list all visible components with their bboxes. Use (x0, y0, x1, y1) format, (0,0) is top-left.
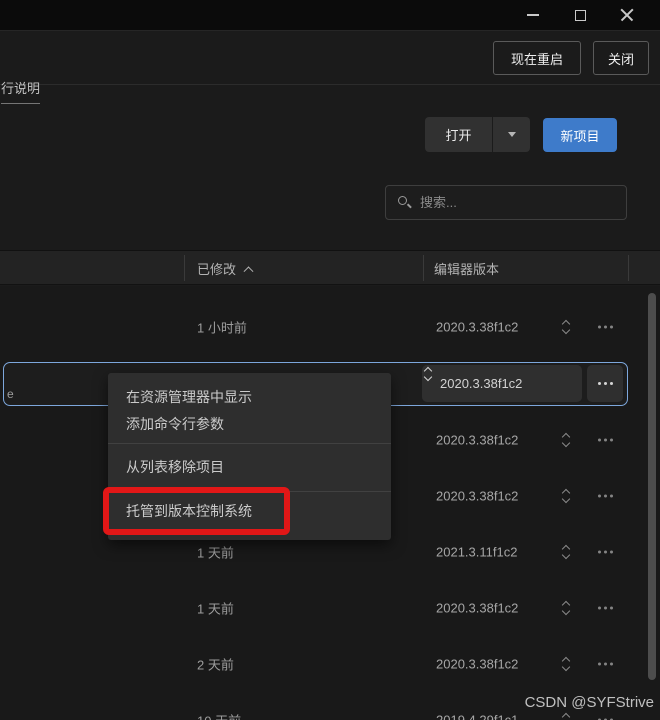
version-select-icon[interactable] (560, 431, 572, 449)
editor-version-cell[interactable]: 2020.3.38f1c2 (436, 320, 518, 335)
restart-now-button[interactable]: 现在重启 (493, 41, 581, 75)
notification-bar: 行说明 现在重启 关闭 (0, 31, 660, 104)
modified-cell: 1 天前 (197, 545, 234, 561)
editor-version-cell[interactable]: 2020.3.38f1c2 (436, 657, 518, 672)
search-input[interactable] (420, 195, 626, 210)
row-more-options-button[interactable] (598, 662, 613, 666)
project-name-fragment: e (7, 387, 14, 401)
column-header-editor-version[interactable]: 编辑器版本 (434, 251, 499, 286)
close-notification-button[interactable]: 关闭 (593, 41, 649, 75)
maximize-icon (574, 9, 586, 21)
version-dropdown[interactable]: 2020.3.38f1c2 (422, 365, 582, 402)
row-more-options-button[interactable] (598, 325, 613, 329)
release-notes-link[interactable]: 行说明 (1, 78, 41, 104)
editor-version-cell: 2020.3.38f1c2 (440, 376, 523, 391)
editor-version-cell[interactable]: 2020.3.38f1c2 (436, 433, 518, 448)
sort-ascending-icon (243, 266, 254, 277)
row-more-options-button[interactable] (598, 606, 613, 610)
editor-version-cell[interactable]: 2021.3.11f1c2 (436, 545, 517, 560)
menu-divider (108, 443, 391, 444)
column-header-modified[interactable]: 已修改 (197, 251, 254, 286)
version-select-icon[interactable] (560, 711, 572, 720)
table-row[interactable]: 1 小时前 2020.3.38f1c2 (0, 299, 660, 355)
search-icon (398, 195, 412, 210)
modified-cell: 1 天前 (197, 601, 234, 617)
modified-header-label: 已修改 (197, 262, 237, 277)
close-icon (620, 8, 634, 22)
column-separator (628, 255, 629, 281)
titlebar (0, 0, 660, 31)
modified-cell: 10 天前 (197, 711, 241, 720)
editor-version-cell[interactable]: 2020.3.38f1c2 (436, 601, 518, 616)
column-separator (184, 255, 185, 281)
search-box (385, 185, 627, 220)
version-select-icon[interactable] (560, 599, 572, 617)
close-window-button[interactable] (613, 1, 641, 29)
row-more-options-button[interactable] (587, 365, 623, 402)
modified-cell: 2 天前 (197, 657, 234, 673)
watermark-text: CSDN @SYFStrive (524, 694, 654, 711)
chevron-down-icon (507, 132, 516, 137)
version-select-icon[interactable] (560, 655, 572, 673)
open-button[interactable]: 打开 (425, 117, 492, 152)
editor-version-header-label: 编辑器版本 (434, 262, 500, 277)
open-dropdown-button[interactable] (493, 117, 530, 152)
open-split-button: 打开 (425, 117, 530, 152)
menu-item-remove-from-list[interactable]: 从列表移除项目 (108, 453, 391, 481)
minimize-icon (527, 14, 539, 16)
version-select-icon[interactable] (560, 487, 572, 505)
column-separator (423, 255, 424, 281)
table-row[interactable]: 1 天前 2020.3.38f1c2 (0, 580, 660, 636)
row-more-options-button[interactable] (598, 550, 613, 554)
version-select-icon[interactable] (560, 318, 572, 336)
row-more-options-button[interactable] (598, 438, 613, 442)
menu-item-show-in-explorer[interactable]: 在资源管理器中显示 (108, 383, 391, 411)
maximize-button[interactable] (566, 1, 594, 29)
unity-hub-window: 行说明 现在重启 关闭 打开 新项目 已修改 编辑器版本 1 小时前 2020.… (0, 0, 660, 720)
modified-cell: 1 小时前 (197, 320, 247, 336)
table-header: 已修改 编辑器版本 (0, 250, 660, 285)
ellipsis-icon (597, 382, 613, 385)
vertical-scrollbar[interactable] (648, 293, 656, 680)
minimize-button[interactable] (519, 1, 547, 29)
row-more-options-button[interactable] (598, 494, 613, 498)
version-select-icon[interactable] (560, 543, 572, 561)
editor-version-cell[interactable]: 2019.4.29f1c1 (436, 713, 518, 720)
new-project-button[interactable]: 新项目 (543, 118, 617, 152)
editor-version-cell[interactable]: 2020.3.38f1c2 (436, 489, 518, 504)
table-row[interactable]: 2 天前 2020.3.38f1c2 (0, 636, 660, 692)
version-select-icon (423, 366, 570, 393)
annotation-highlight-box (103, 487, 290, 535)
menu-item-add-command-line-args[interactable]: 添加命令行参数 (108, 410, 391, 438)
